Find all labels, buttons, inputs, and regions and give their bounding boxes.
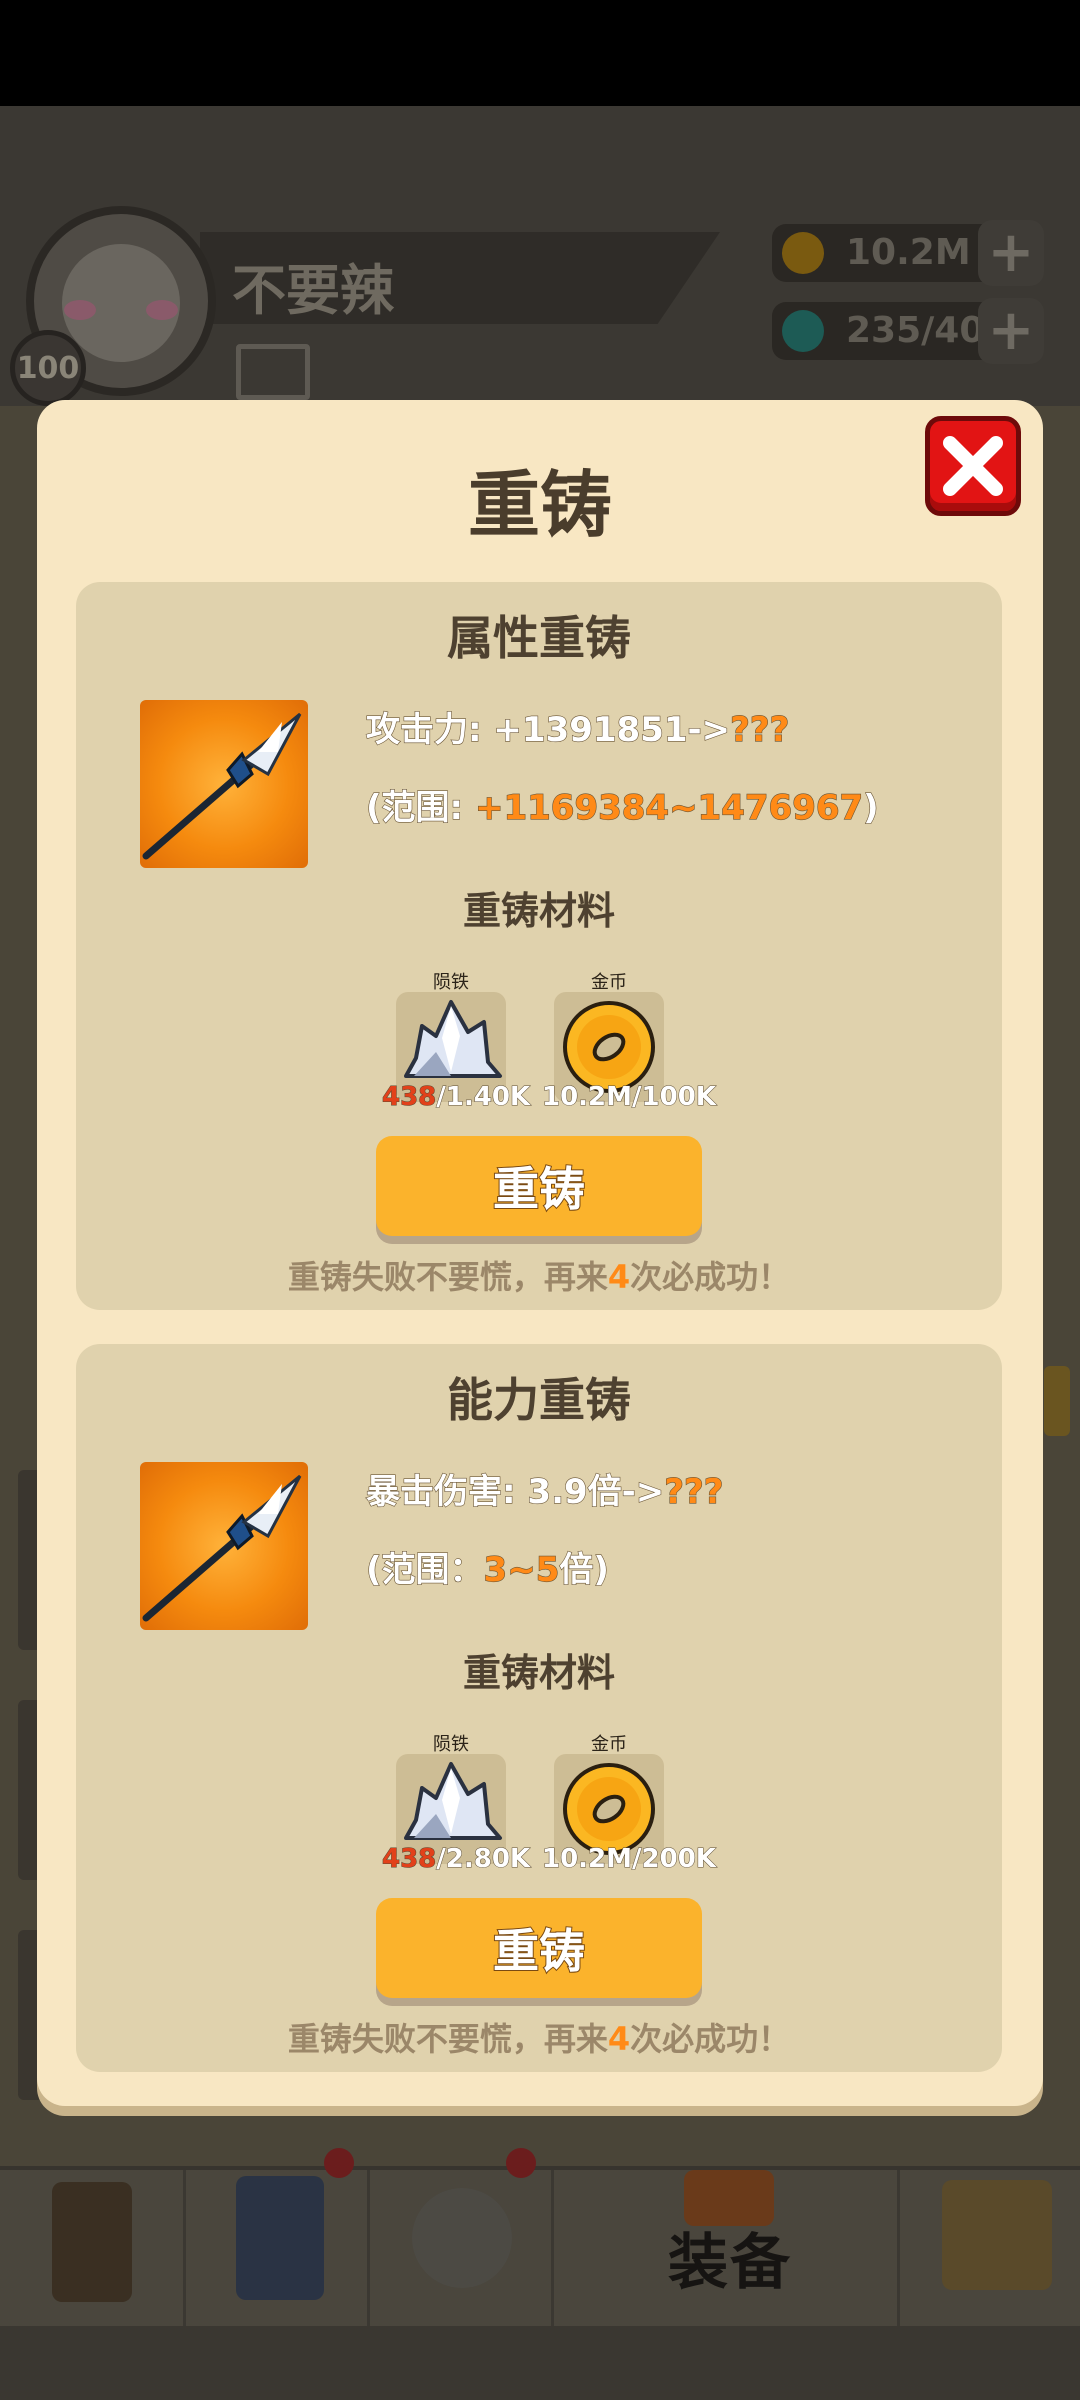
- gold-counter: 10.2M +: [772, 220, 1044, 286]
- stat-unknown: ???: [664, 1471, 724, 1512]
- level-badge: 100: [10, 330, 86, 406]
- gem-counter: 235/40 +: [772, 298, 1044, 364]
- weapon-item[interactable]: [140, 1462, 308, 1630]
- range-open: (范围:: [365, 787, 475, 828]
- crit-stat-line: 暴击伤害: 3.9倍->???: [365, 1464, 724, 1513]
- material-have: 438: [381, 1082, 437, 1113]
- material-count: 10.2M/200K: [541, 1844, 717, 1875]
- stat-text: 攻击力: +1391851->: [365, 709, 731, 750]
- notification-dot: [324, 2148, 354, 2178]
- reforge-hint: 重铸失败不要慌，再来4次必成功！: [76, 2014, 1002, 2060]
- system-nav-bar: [0, 2326, 1080, 2400]
- material-name: 金币: [591, 972, 627, 993]
- materials-title: 重铸材料: [462, 889, 615, 933]
- ability-reforge-panel: 能力重铸 暴击伤害: 3.9倍->??? (范围：3~5倍) 重铸材料 陨铁 4…: [76, 1344, 1002, 2072]
- reforge-attribute-button[interactable]: 重铸: [376, 1136, 702, 1236]
- range-close: 倍): [559, 1549, 610, 1590]
- notification-dot: [506, 2148, 536, 2178]
- scroll-icon: [52, 2182, 132, 2302]
- nav-item-tasks[interactable]: [0, 2170, 186, 2330]
- hint-text: 次必成功！: [630, 1258, 791, 1296]
- material-need: /1.40K: [436, 1082, 531, 1113]
- material-have: 10.2M: [541, 1844, 633, 1875]
- add-gold-button[interactable]: +: [978, 220, 1044, 286]
- hint-text: 重铸失败不要慌，再来: [287, 2020, 608, 2058]
- hint-text: 重铸失败不要慌，再来: [287, 1258, 608, 1296]
- materials-title: 重铸材料: [462, 1651, 615, 1695]
- range-value: 3~5: [483, 1549, 560, 1590]
- status-bar: [0, 0, 1080, 106]
- nav-item-battle[interactable]: [370, 2170, 554, 2330]
- material-need: /100K: [632, 1082, 717, 1113]
- material-need: /2.80K: [436, 1844, 531, 1875]
- material-name: 陨铁: [433, 972, 469, 993]
- reforge-dialog: 重铸 属性重铸 攻击力: +1391851->??? (范围: +1169384…: [37, 400, 1043, 2106]
- player-name: 不要辣: [232, 259, 394, 322]
- gold-coin-icon: [782, 232, 824, 274]
- add-gem-button[interactable]: +: [978, 298, 1044, 364]
- dialog-title: 重铸: [467, 463, 612, 547]
- avatar-blush: [64, 300, 96, 320]
- close-icon: [943, 436, 1003, 496]
- background-tab-edge: [1044, 1366, 1070, 1436]
- attack-range-line: (范围: +1169384~1476967): [365, 780, 880, 829]
- panel-title: 能力重铸: [447, 1373, 631, 1427]
- reforge-ability-button[interactable]: 重铸: [376, 1898, 702, 1998]
- material-count: 438/2.80K: [381, 1844, 531, 1875]
- material-need: /200K: [632, 1844, 717, 1875]
- range-close: ): [863, 787, 880, 828]
- range-open: (范围：: [365, 1549, 484, 1590]
- material-have: 10.2M: [541, 1082, 633, 1113]
- hint-count: 4: [607, 2020, 631, 2058]
- gold-value: 10.2M: [846, 232, 971, 273]
- crossed-swords-icon: [412, 2188, 512, 2288]
- stat-text: 暴击伤害: 3.9倍->: [365, 1471, 665, 1512]
- book-icon: [236, 2176, 324, 2300]
- nav-item-collect[interactable]: [900, 2170, 1080, 2330]
- mail-icon[interactable]: [236, 344, 310, 400]
- weapon-item[interactable]: [140, 700, 308, 868]
- stat-unknown: ???: [730, 709, 790, 750]
- close-button[interactable]: [925, 416, 1021, 516]
- material-name: 陨铁: [433, 1734, 469, 1755]
- range-value: +1169384~1476967: [474, 787, 864, 828]
- hint-text: 次必成功！: [630, 2020, 791, 2058]
- halberd-icon: [142, 1474, 302, 1622]
- pagoda-icon: [942, 2180, 1052, 2290]
- material-count: 438/1.40K: [381, 1082, 531, 1113]
- nav-item-cultivate[interactable]: [186, 2170, 370, 2330]
- gem-value: 235/40: [846, 310, 985, 351]
- hint-count: 4: [607, 1258, 631, 1296]
- panel-title: 属性重铸: [447, 611, 631, 665]
- avatar-blush: [146, 300, 178, 320]
- material-count: 10.2M/100K: [541, 1082, 717, 1113]
- attack-stat-line: 攻击力: +1391851->???: [365, 702, 790, 751]
- attribute-reforge-panel: 属性重铸 攻击力: +1391851->??? (范围: +1169384~14…: [76, 582, 1002, 1310]
- bottom-navigation: [0, 2166, 1080, 2330]
- material-have: 438: [381, 1844, 437, 1875]
- reforge-hint: 重铸失败不要慌，再来4次必成功！: [76, 1252, 1002, 1298]
- crit-range-line: (范围：3~5倍): [365, 1542, 610, 1591]
- nav-active-label: 装备: [668, 2228, 792, 2298]
- material-name: 金币: [591, 1734, 627, 1755]
- halberd-icon: [142, 712, 302, 860]
- gem-icon: [782, 310, 824, 352]
